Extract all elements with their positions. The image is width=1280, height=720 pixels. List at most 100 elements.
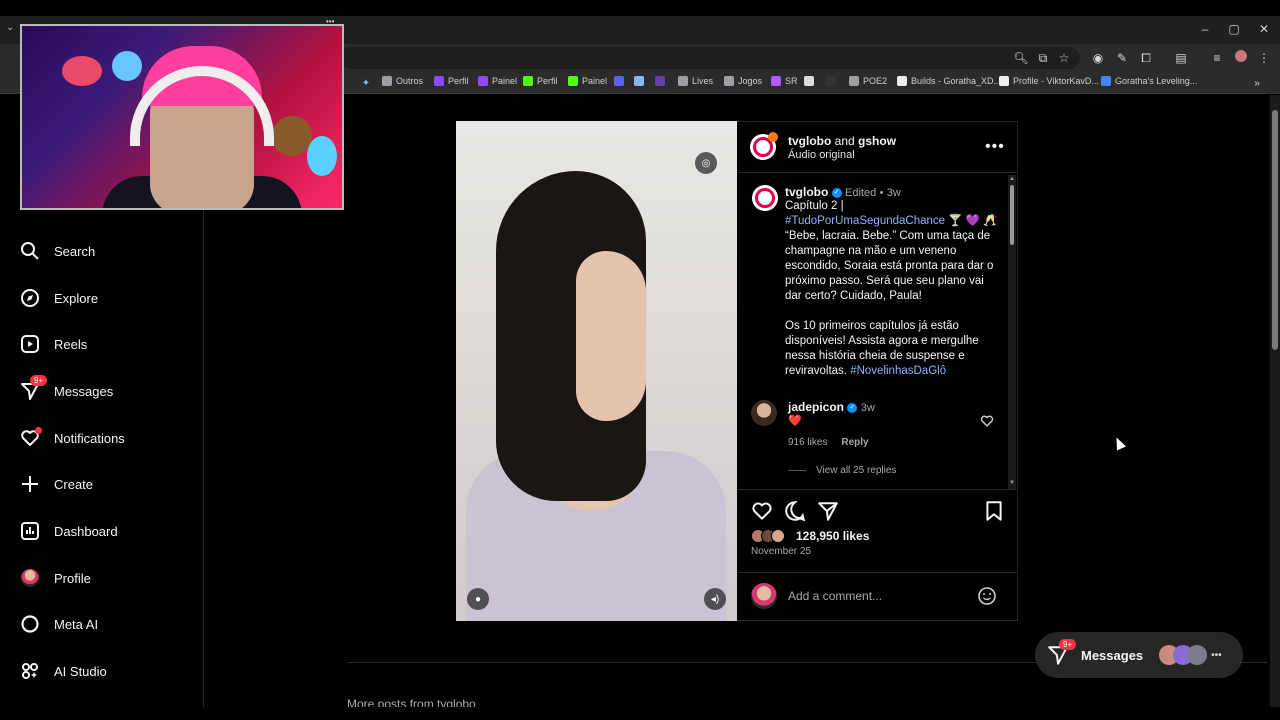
gshow-avatar[interactable] <box>768 132 778 142</box>
comment-likes[interactable]: 916 likes <box>788 437 827 448</box>
scroll-down-arrow[interactable]: ▼ <box>1009 480 1015 486</box>
recent-chats-avatars <box>1159 645 1208 665</box>
coauthor-link[interactable]: gshow <box>858 134 896 148</box>
ai-studio-icon <box>20 661 40 681</box>
bookmark-label: Lives <box>692 76 714 86</box>
bookmark-label: Painel <box>492 76 518 86</box>
caption-time[interactable]: 3w <box>887 187 901 199</box>
bookmark-item[interactable] <box>614 76 624 86</box>
scroll-up-arrow[interactable]: ▲ <box>1009 176 1015 182</box>
likes-count[interactable]: 128,950 likes <box>796 529 869 543</box>
bookmark-icon <box>804 76 814 86</box>
sidebar-item-meta-ai[interactable]: Meta AI <box>20 613 98 635</box>
bookmark-item[interactable]: Painel <box>478 76 517 86</box>
bookmark-icon <box>523 76 533 86</box>
sidebar-item-reels[interactable]: Reels <box>20 333 87 355</box>
bottom-bar <box>0 707 1280 720</box>
bookmark-item[interactable]: Perfil <box>434 76 469 86</box>
profile-avatar-icon[interactable] <box>1233 50 1249 66</box>
page-scroll-thumb[interactable] <box>1272 110 1278 350</box>
address-bar[interactable] <box>340 47 1080 69</box>
comment-time[interactable]: 3w <box>861 402 875 414</box>
messages-pill[interactable]: 9+ Messages ••• <box>1035 632 1243 678</box>
minimize-icon[interactable]: – <box>1190 22 1220 36</box>
caption-author[interactable]: tvglobo <box>785 185 828 199</box>
more-menu-icon[interactable]: ⋮ <box>1256 50 1272 66</box>
reply-button[interactable]: Reply <box>841 437 868 448</box>
bookmark-item[interactable] <box>826 76 836 86</box>
post-date[interactable]: November 25 <box>751 546 811 557</box>
bookmark-item[interactable]: POE2 <box>849 76 887 86</box>
comment-like-icon[interactable] <box>980 414 994 433</box>
media-control-icon[interactable]: ≡ <box>1209 50 1225 66</box>
like-icon[interactable] <box>751 500 773 522</box>
bookmark-item[interactable]: Outros <box>382 76 423 86</box>
bookmark-item[interactable]: Jogos <box>724 76 762 86</box>
commenter-avatar[interactable] <box>751 400 777 426</box>
extension-camera-icon[interactable]: ◉ <box>1090 50 1106 66</box>
comment-text: ❤️ <box>788 415 802 427</box>
bookmark-icon <box>655 76 665 86</box>
sparkle-icon[interactable]: ✦ <box>358 76 374 92</box>
search-icon <box>20 241 40 261</box>
sound-on-icon[interactable]: ◂) <box>704 588 726 610</box>
install-icon[interactable]: ⧉ <box>1035 50 1051 66</box>
bookmark-item[interactable]: Builds - Goratha_XD... <box>897 76 1001 86</box>
caption-avatar[interactable] <box>752 185 778 211</box>
bookmark-item[interactable]: SR <box>771 76 798 86</box>
bookmark-item[interactable] <box>655 76 665 86</box>
side-panel-icon[interactable]: ▤ <box>1173 50 1189 66</box>
sidebar-item-profile[interactable]: Profile <box>20 567 91 589</box>
zoom-icon[interactable]: 🔍︎ <box>1013 50 1029 66</box>
author-link[interactable]: tvglobo <box>788 134 831 148</box>
bookmark-item[interactable] <box>804 76 814 86</box>
comment-box-divider <box>738 572 1017 573</box>
bookmark-item[interactable]: Painel <box>568 76 607 86</box>
bookmark-icon <box>634 76 644 86</box>
tab-search-icon[interactable]: ⌄ <box>6 22 14 33</box>
bookmark-item[interactable]: Perfil <box>523 76 558 86</box>
pen-icon[interactable]: ✎ <box>1114 50 1130 66</box>
bookmark-icon <box>771 76 781 86</box>
emoji-icon[interactable] <box>977 586 997 611</box>
more-options-icon[interactable]: ••• <box>985 138 1005 156</box>
sidebar-item-search[interactable]: Search <box>20 240 95 262</box>
sidebar-item-ai-studio[interactable]: AI Studio <box>20 660 107 682</box>
view-replies-link[interactable]: View all 25 replies <box>816 465 896 476</box>
hashtag-link[interactable]: #TudoPorUmaSegundaChance <box>785 215 945 227</box>
bookmarks-overflow-icon[interactable]: » <box>1249 76 1265 92</box>
extensions-icon[interactable]: ⧠ <box>1138 50 1154 66</box>
likers-avatars[interactable] <box>751 529 785 543</box>
share-icon[interactable] <box>817 500 839 522</box>
comment-icon[interactable] <box>784 500 806 522</box>
bookmark-item[interactable]: Lives <box>678 76 713 86</box>
maximize-icon[interactable]: ▢ <box>1219 22 1249 36</box>
hashtag-link[interactable]: #NovelinhasDaGlô <box>850 365 946 377</box>
reel-video[interactable]: ◎ ● ◂) <box>456 121 737 621</box>
sidebar-item-create[interactable]: Create <box>20 473 93 495</box>
sidebar-item-label: Notifications <box>54 430 125 446</box>
sidebar-item-messages[interactable]: 9+ Messages <box>20 375 113 402</box>
save-icon[interactable] <box>983 500 1005 522</box>
commenter-name[interactable]: jadepicon <box>788 400 844 414</box>
sidebar-item-dashboard[interactable]: Dashboard <box>20 520 118 542</box>
caption-emoji: 🍸 💜 🥂 <box>948 215 998 227</box>
close-window-icon[interactable]: ✕ <box>1249 22 1279 36</box>
webcam-overlay <box>20 24 344 210</box>
audio-link[interactable]: Áudio original <box>788 149 855 161</box>
sidebar-item-explore[interactable]: Explore <box>20 287 98 309</box>
bookmark-star-icon[interactable]: ☆ <box>1056 50 1072 66</box>
comment-meta: 916 likes Reply <box>788 437 869 448</box>
bookmark-item[interactable]: Goratha's Leveling... <box>1101 76 1197 86</box>
add-comment-input[interactable]: Add a comment... <box>788 589 882 603</box>
sidebar-item-label: Create <box>54 476 94 492</box>
sidebar-item-notifications[interactable]: Notifications <box>20 427 125 449</box>
tagged-user-icon[interactable]: ● <box>467 588 489 610</box>
bookmark-item[interactable]: Profile - ViktorKavD... <box>999 76 1099 86</box>
notification-dot <box>35 427 42 434</box>
caption-text: Capítulo 2 | #TudoPorUmaSegundaChance 🍸 … <box>785 199 1000 379</box>
comment-header: jadepicon ✓ 3w <box>788 400 875 414</box>
overlay-handle-icon[interactable]: ••• <box>326 17 334 26</box>
comments-scroll-thumb[interactable] <box>1010 185 1014 245</box>
bookmark-item[interactable] <box>634 76 644 86</box>
